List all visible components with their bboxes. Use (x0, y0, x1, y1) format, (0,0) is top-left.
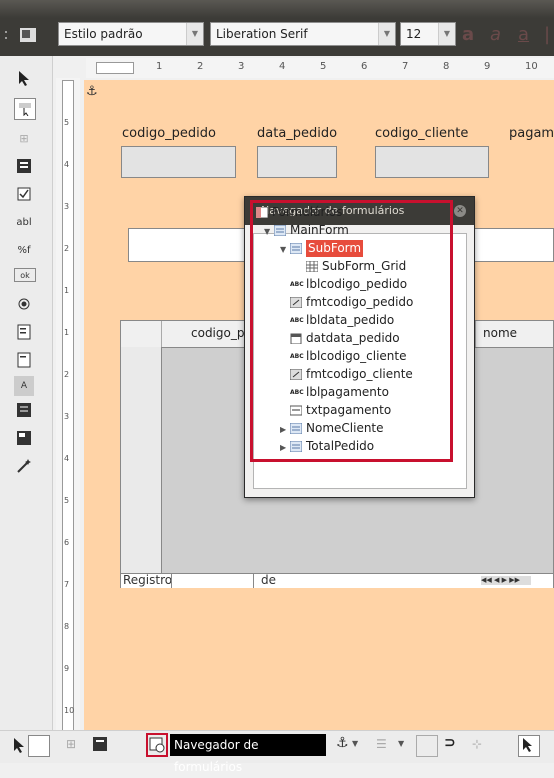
tab-order-icon[interactable]: ⊃ (444, 735, 456, 751)
ruler-tick-label: 4 (279, 61, 286, 72)
paragraph-style-value: Estilo padrão (64, 27, 143, 41)
ruler-tick-label: 5 (320, 61, 327, 72)
of-label: de (261, 573, 276, 587)
label-field-icon[interactable]: A (14, 376, 34, 396)
ruler-tick-label: 8 (64, 622, 70, 631)
field-data-pedido[interactable] (257, 146, 337, 178)
form-properties-icon[interactable] (92, 736, 108, 755)
label-codigo-pedido[interactable]: codigo_pedido (122, 126, 216, 141)
control-properties-icon[interactable]: ⊞ (14, 128, 34, 148)
option-button-icon[interactable] (14, 294, 34, 314)
chevron-down-icon[interactable]: ▼ (352, 739, 358, 748)
font-size-select[interactable]: 12 ▼ (400, 22, 456, 46)
chevron-down-icon: ▼ (438, 23, 455, 45)
ruler-tick-label: 2 (64, 244, 70, 253)
font-size-value: 12 (406, 27, 422, 41)
style-icon[interactable] (18, 24, 38, 44)
ruler-tick-label: 10 (525, 61, 538, 72)
ruler-tick-label: 1 (156, 61, 163, 72)
ruler-tick-label: 1 (64, 286, 70, 295)
ruler-tick-label: 7 (64, 580, 70, 589)
ruler-tick-label: 6 (64, 538, 70, 547)
align-icon[interactable]: ☰ (376, 737, 387, 751)
underline-icon[interactable]: a (518, 24, 538, 45)
push-button-icon[interactable]: ok (14, 268, 36, 282)
chevron-down-icon: ▼ (378, 23, 395, 45)
ruler-tick-label: 4 (64, 454, 70, 463)
italic-icon[interactable]: a (490, 24, 510, 45)
form-navigator-icon[interactable] (146, 733, 168, 757)
combo-box-icon[interactable] (14, 350, 34, 370)
list-box-icon[interactable] (14, 322, 34, 342)
more-controls-icon[interactable] (14, 400, 34, 420)
ruler-tick-label: 3 (64, 412, 70, 421)
ruler-tick-label: 2 (64, 370, 70, 379)
paragraph-style-select[interactable]: Estilo padrão ▼ (58, 22, 204, 46)
toolbar-grip-icon (4, 26, 8, 44)
form-design-icon[interactable] (14, 428, 34, 448)
ruler-tick-label: 3 (238, 61, 245, 72)
chevron-down-icon[interactable]: ▼ (398, 739, 404, 748)
ruler-tick-label: 3 (64, 202, 70, 211)
grid-display-icon[interactable] (416, 735, 438, 757)
chevron-down-icon: ▼ (186, 23, 203, 45)
grid-column-nome[interactable]: nome (483, 326, 517, 340)
select-pointer-icon[interactable] (12, 737, 26, 756)
grid-column-codigo[interactable]: codigo_p (191, 326, 244, 340)
ruler-tick-label: 9 (64, 664, 70, 673)
ruler-tick-label: 2 (197, 61, 204, 72)
font-name-select[interactable]: Liberation Serif ▼ (210, 22, 396, 46)
design-mode-icon[interactable] (14, 98, 36, 120)
close-icon[interactable]: ✕ (454, 205, 466, 217)
record-label: Registro (123, 573, 173, 587)
select-pointer-icon[interactable] (14, 68, 34, 88)
form-properties-icon[interactable] (14, 156, 34, 176)
anchor-icon[interactable]: ⚓ (336, 735, 349, 751)
checkbox-icon[interactable] (14, 184, 34, 204)
ruler-tick-label: 9 (484, 61, 491, 72)
record-navigation-icon[interactable]: ◀◀ ◀ ▶ ▶▶ (481, 576, 531, 585)
ruler-tick-label: 8 (443, 61, 450, 72)
field-codigo-cliente[interactable] (375, 146, 489, 178)
ruler-tick-label: 5 (64, 496, 70, 505)
more-format-icon[interactable]: | (544, 24, 554, 45)
text-box-icon[interactable]: abl (14, 212, 34, 232)
ruler-tick-label: 7 (402, 61, 409, 72)
horizontal-ruler[interactable]: 1 2 3 4 5 6 7 8 9 10 (86, 58, 554, 78)
formatting-toolbar: Estilo padrão ▼ Liberation Serif ▼ 12 ▼ … (0, 0, 554, 56)
label-codigo-cliente[interactable]: codigo_cliente (375, 126, 468, 141)
ruler-tick-label: 10 (64, 706, 75, 715)
label-pagamento[interactable]: pagam (509, 126, 554, 141)
highlight-annotation (250, 200, 453, 462)
ruler-tick-label: 1 (64, 328, 70, 337)
vertical-ruler[interactable]: 5 4 3 2 1 1 2 3 4 5 6 7 8 9 10 (56, 78, 80, 738)
field-codigo-pedido[interactable] (121, 146, 236, 178)
form-controls-toolbar: ⊞ abl %f ok A (0, 56, 53, 742)
tooltip: Navegador de formulários (170, 734, 326, 774)
ruler-tick-label: 5 (64, 118, 70, 127)
anchor-icon: ⚓ (86, 84, 98, 99)
snap-guides-icon[interactable]: ⊹ (472, 737, 482, 751)
formatted-field-icon[interactable]: %f (14, 240, 34, 260)
font-name-value: Liberation Serif (216, 27, 308, 41)
ruler-tick-label: 4 (64, 160, 70, 169)
bold-icon[interactable]: a (462, 24, 482, 45)
select-tool-icon[interactable] (518, 735, 540, 757)
wizards-icon[interactable] (14, 456, 34, 476)
ruler-tick-label: 6 (361, 61, 368, 72)
design-mode-icon[interactable] (28, 735, 50, 757)
label-data-pedido[interactable]: data_pedido (257, 126, 337, 141)
control-properties-icon[interactable]: ⊞ (66, 737, 76, 751)
